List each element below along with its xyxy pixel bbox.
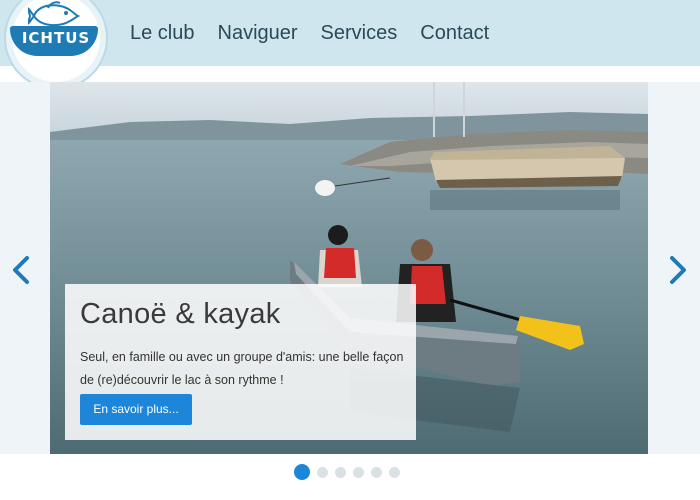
carousel-pagination: [294, 464, 407, 480]
carousel-dot-2[interactable]: [317, 466, 328, 478]
carousel-dot-3[interactable]: [335, 466, 346, 478]
carousel-dot-1[interactable]: [294, 464, 310, 480]
read-more-button[interactable]: En savoir plus...: [80, 394, 192, 425]
site-logo[interactable]: ICHTUS: [4, 0, 108, 90]
prev-slide-chevron-left-icon[interactable]: [10, 255, 32, 285]
carousel-dot-6[interactable]: [389, 466, 400, 478]
main-nav: Le club Naviguer Services Contact: [130, 20, 512, 46]
slide-description: Seul, en famille ou avec un groupe d'ami…: [80, 350, 404, 387]
carousel-dot-4[interactable]: [353, 466, 364, 478]
nav-item-naviguer[interactable]: Naviguer: [218, 20, 298, 46]
carousel-dot-5[interactable]: [371, 466, 382, 478]
slide-caption-panel: Canoë & kayak Seul, en famille ou avec u…: [65, 284, 416, 440]
fish-icon: [28, 1, 81, 27]
logo-text: ICHTUS: [21, 29, 91, 47]
nav-item-services[interactable]: Services: [321, 20, 398, 46]
nav-item-contact[interactable]: Contact: [420, 20, 489, 46]
nav-item-le-club[interactable]: Le club: [130, 20, 195, 46]
next-slide-chevron-right-icon[interactable]: [667, 255, 689, 285]
slide-title: Canoë & kayak: [80, 298, 281, 330]
